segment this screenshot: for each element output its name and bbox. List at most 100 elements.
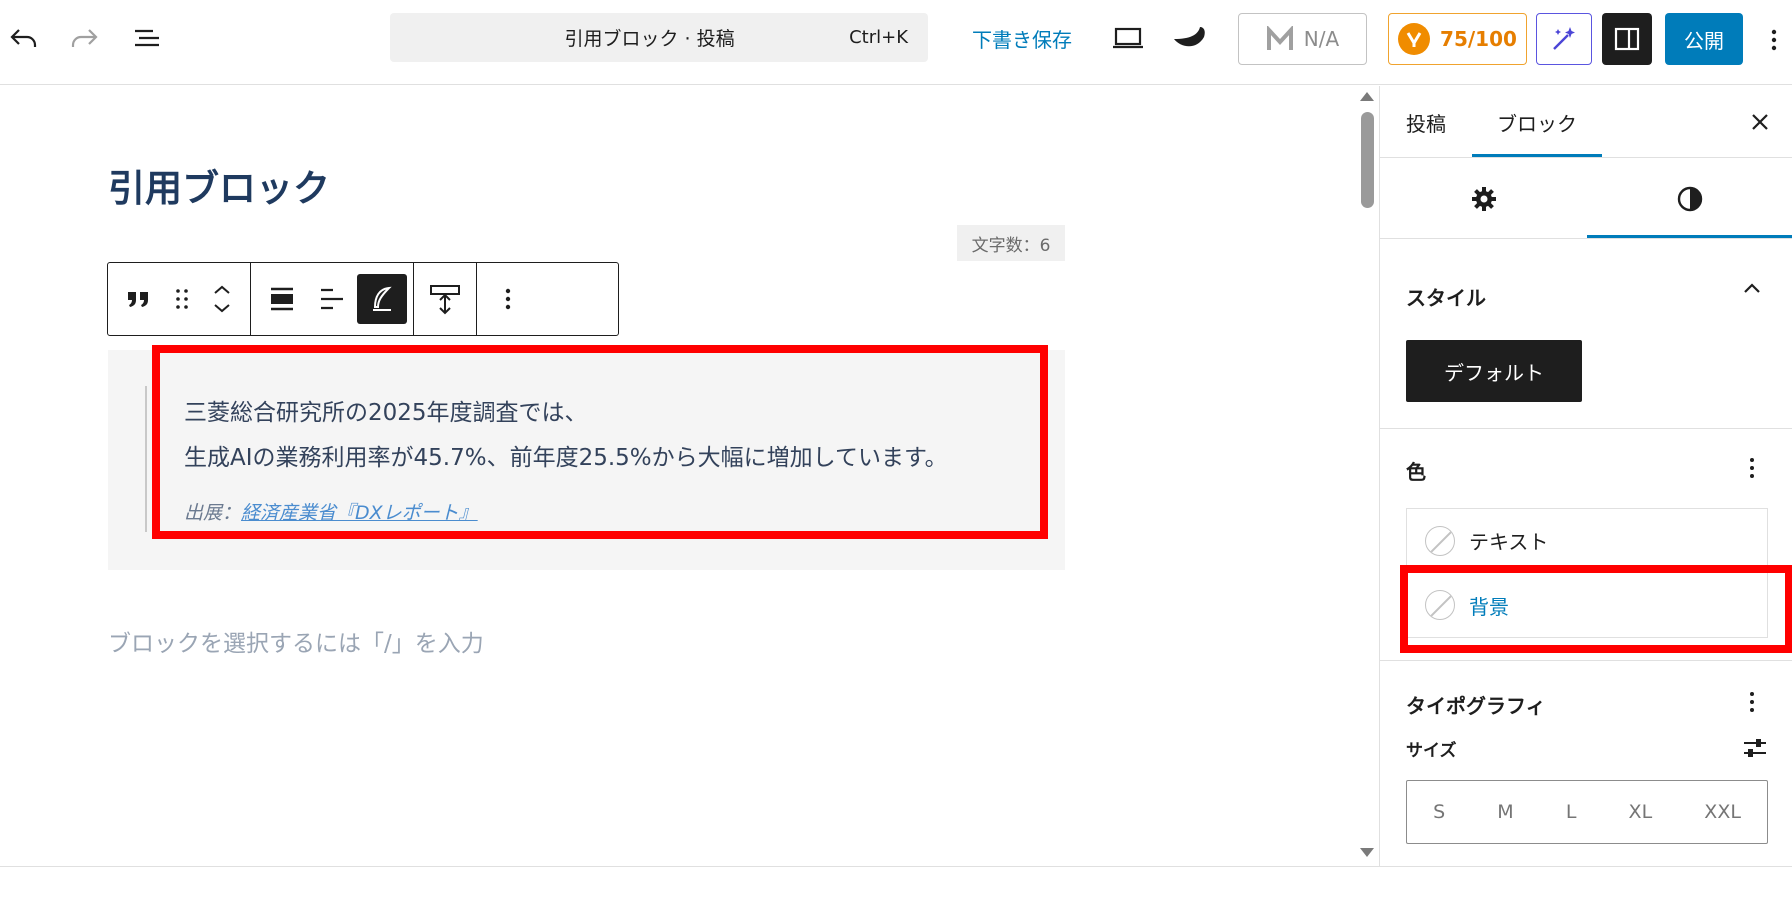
color-section-title: 色 (1406, 460, 1426, 484)
settings-panel-toggle[interactable] (1602, 13, 1652, 65)
seo-score-label: 75/100 (1440, 27, 1517, 51)
seo-score-button[interactable]: 75/100 (1388, 13, 1527, 65)
editor-canvas: 引用ブロック 文字数：6 三菱総合研究所の2025年度調査では、 生成AIの業務… (0, 86, 1378, 866)
style-section-title[interactable]: スタイル (1406, 282, 1486, 311)
block-type-button[interactable] (114, 274, 164, 324)
spacing-group (414, 263, 477, 335)
post-title[interactable]: 引用ブロック (108, 158, 330, 212)
color-text-label: テキスト (1469, 530, 1549, 554)
font-size-xl[interactable]: XL (1629, 801, 1653, 823)
quote-icon (128, 292, 148, 307)
font-size-label: サイズ (1406, 741, 1457, 761)
command-shortcut: Ctrl+K (849, 27, 908, 48)
scroll-down-arrow[interactable] (1360, 848, 1374, 857)
spacing-icon (430, 285, 460, 315)
seo-na-button[interactable]: N/A (1238, 13, 1367, 65)
font-size-xxl[interactable]: XXL (1704, 801, 1741, 823)
seo-na-label: N/A (1303, 27, 1340, 51)
more-vertical-icon (1771, 29, 1777, 51)
section-divider (1380, 428, 1792, 429)
tab-styles[interactable] (1668, 177, 1712, 221)
citation-link[interactable]: 経済産業省『DXレポート』 (241, 502, 478, 524)
undo-icon (10, 29, 37, 47)
quote-border (145, 386, 147, 532)
drag-handle-icon (176, 289, 188, 309)
align-wide-icon (271, 287, 293, 311)
scroll-up-arrow[interactable] (1360, 92, 1374, 101)
no-color-swatch-icon (1425, 525, 1455, 556)
laptop-icon (1113, 27, 1143, 49)
block-options-button[interactable] (483, 274, 533, 324)
swell-button[interactable] (1170, 18, 1210, 58)
more-options-group (477, 263, 539, 335)
sidebar-icon (1614, 27, 1640, 51)
options-menu-button[interactable] (1762, 20, 1786, 60)
seo-logo-icon (1266, 26, 1293, 50)
chevron-down-icon[interactable] (212, 303, 232, 313)
style-button[interactable] (357, 274, 407, 324)
settings-sliders-icon[interactable] (1742, 736, 1768, 760)
chevron-up-icon[interactable] (212, 285, 232, 295)
ai-assistant-button[interactable] (1536, 13, 1592, 65)
color-settings-list: テキスト 背景 (1406, 508, 1768, 638)
font-size-m[interactable]: M (1497, 801, 1513, 823)
color-options-button[interactable] (1748, 458, 1756, 478)
font-size-picker: S M L XL XXL (1406, 780, 1768, 844)
move-buttons[interactable] (200, 274, 244, 324)
tab-post[interactable]: 投稿 (1406, 108, 1446, 137)
drag-handle[interactable] (164, 274, 200, 324)
document-overview-button[interactable] (128, 18, 168, 58)
font-size-l[interactable]: L (1566, 801, 1577, 823)
more-vertical-icon (505, 288, 511, 310)
typography-options-button[interactable] (1748, 692, 1756, 712)
undo-button[interactable] (4, 18, 44, 58)
align-button[interactable] (257, 274, 307, 324)
list-view-icon (135, 29, 159, 47)
quote-citation[interactable]: 出展：経済産業省『DXレポート』 (184, 498, 478, 525)
block-switcher-group (108, 263, 251, 335)
leaf-icon (1174, 27, 1205, 47)
section-divider (1380, 660, 1792, 661)
preview-button[interactable] (1108, 18, 1148, 58)
editor-header: 引用ブロック · 投稿 Ctrl+K 下書き保存 N/A 75/100 公開 (0, 0, 1792, 85)
tab-block[interactable]: ブロック (1497, 108, 1577, 137)
align-left-icon (321, 288, 343, 310)
color-background-item[interactable]: 背景 (1407, 573, 1767, 637)
no-color-swatch-icon (1425, 590, 1455, 620)
text-align-button[interactable] (307, 274, 357, 324)
quote-text-line-2[interactable]: 生成AIの業務利用率が45.7%、前年度25.5%から大幅に増加しています。 (184, 438, 948, 472)
citation-prefix: 出展： (184, 502, 242, 524)
sidebar-tabs: 投稿 ブロック (1380, 86, 1792, 158)
footer-divider (0, 866, 1792, 867)
margin-button[interactable] (420, 274, 470, 324)
typography-section-title: タイポグラフィ (1406, 694, 1546, 718)
command-title: 引用ブロック · 投稿 (564, 28, 735, 50)
font-size-s[interactable]: S (1433, 801, 1445, 823)
close-sidebar-button[interactable] (1746, 108, 1774, 136)
sub-tab-active-indicator (1587, 235, 1792, 238)
chevron-up-icon[interactable] (1742, 282, 1762, 294)
block-toolbar (107, 262, 619, 336)
save-draft-button[interactable]: 下書き保存 (972, 24, 1072, 53)
settings-sidebar: 投稿 ブロック スタイル デフォルト 色 テキスト 背景 タイポグラフィ サイズ… (1379, 86, 1792, 866)
block-sub-tabs (1380, 159, 1792, 239)
tab-settings[interactable] (1462, 177, 1506, 221)
color-text-item[interactable]: テキスト (1407, 509, 1767, 573)
quote-text-line-1[interactable]: 三菱総合研究所の2025年度調査では、 (184, 393, 588, 427)
redo-button[interactable] (64, 18, 104, 58)
magic-wand-icon (1553, 27, 1575, 50)
color-background-label: 背景 (1469, 594, 1509, 619)
word-count: 文字数：6 (957, 225, 1065, 261)
close-icon (1752, 114, 1768, 130)
block-appender-placeholder[interactable]: ブロックを選択するには「/」を入力 (108, 624, 484, 658)
style-default-button[interactable]: デフォルト (1406, 340, 1582, 402)
block-style-group (251, 263, 414, 335)
contrast-icon (1677, 186, 1703, 212)
command-palette[interactable]: 引用ブロック · 投稿 Ctrl+K (390, 13, 928, 62)
redo-icon (71, 29, 98, 47)
publish-button[interactable]: 公開 (1665, 13, 1743, 65)
feather-icon (373, 286, 392, 311)
tab-active-indicator (1472, 154, 1602, 157)
seo-score-icon (1398, 23, 1431, 55)
scroll-thumb[interactable] (1361, 112, 1374, 208)
